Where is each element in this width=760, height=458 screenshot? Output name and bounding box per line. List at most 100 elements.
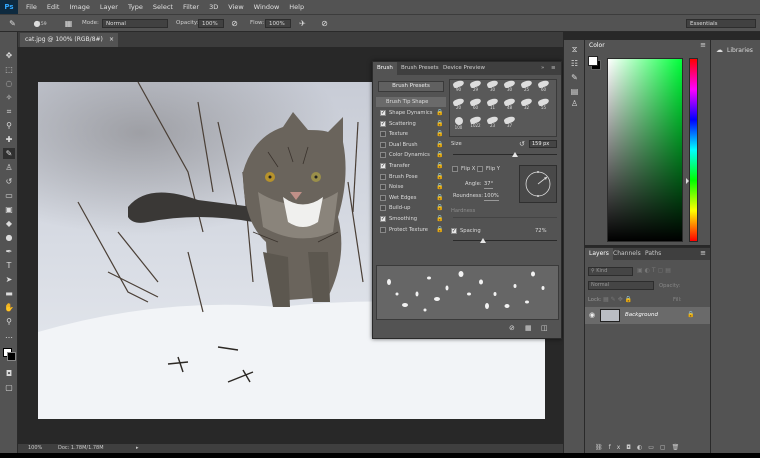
lock-icon[interactable]: 🔒 xyxy=(436,226,443,233)
tab-channels[interactable]: Channels xyxy=(609,248,645,260)
lock-icon[interactable]: 🔒 xyxy=(436,120,443,127)
size-slider[interactable] xyxy=(453,154,557,155)
path-select-tool-icon[interactable]: ➤ xyxy=(3,274,15,285)
lock-icon[interactable]: 🔒 xyxy=(436,173,443,180)
crop-tool-icon[interactable]: ⌗ xyxy=(3,106,15,117)
layers-footer-icons[interactable]: ⛓fx◘◐▭▢🗑 xyxy=(595,444,707,453)
angle-field[interactable]: 37° xyxy=(484,180,494,189)
color-panel-title[interactable]: Color xyxy=(585,40,609,52)
marquee-tool-icon[interactable]: ⬚ xyxy=(3,64,15,75)
spacing-value[interactable]: 72% xyxy=(535,227,547,235)
brush-tool-icon[interactable]: ✎ xyxy=(3,148,15,159)
brush-setting-wet-edges[interactable]: Wet Edges 🔒 xyxy=(376,193,446,203)
shape-tool-icon[interactable]: ▬ xyxy=(3,288,15,299)
gradient-tool-icon[interactable]: ▣ xyxy=(3,204,15,215)
hue-slider[interactable] xyxy=(689,58,698,242)
foreground-color-chip[interactable] xyxy=(588,56,598,66)
more-tools-icon[interactable]: … xyxy=(3,330,15,341)
roundness-field[interactable]: 100% xyxy=(484,192,499,201)
create-new-brush-icon[interactable]: ◫ xyxy=(541,324,548,332)
brush-tip-swatch[interactable]: 48 xyxy=(502,97,517,114)
brush-tip-swatch[interactable]: 55 xyxy=(536,97,551,114)
brush-setting-texture[interactable]: Texture 🔒 xyxy=(376,129,446,139)
lock-icon[interactable]: 🔒 xyxy=(436,152,443,158)
brush-tip-swatch[interactable]: 37 xyxy=(502,115,517,132)
brush-tip-swatch[interactable]: 32 xyxy=(519,97,534,114)
brush-tip-swatch[interactable]: 25 xyxy=(519,79,534,96)
brush-setting-brush-pose[interactable]: Brush Pose 🔒 xyxy=(376,172,446,182)
document-size-info[interactable]: Doc: 1.78M/1.78M xyxy=(58,444,104,453)
brush-setting-checkbox[interactable] xyxy=(380,194,386,201)
flip-y-checkbox[interactable] xyxy=(477,166,483,172)
pressure-size-icon[interactable]: ⊘ xyxy=(320,19,329,28)
lasso-tool-icon[interactable]: ◌ xyxy=(3,78,15,89)
zoom-level[interactable]: 100% xyxy=(28,444,42,453)
brush-setting-checkbox[interactable] xyxy=(380,173,386,180)
lock-icons[interactable]: ▦✎✥🔒 xyxy=(603,296,634,303)
tab-paths[interactable]: Paths xyxy=(641,248,665,260)
blur-tool-icon[interactable]: ◆ xyxy=(3,218,15,229)
brush-tip-swatch[interactable]: 29 xyxy=(468,79,483,96)
mode-select[interactable]: Normal xyxy=(102,19,168,28)
history-brush-tool-icon[interactable]: ↺ xyxy=(3,176,15,187)
status-arrow-icon[interactable]: ▸ xyxy=(136,444,139,453)
eraser-tool-icon[interactable]: ▭ xyxy=(3,190,15,201)
brush-setting-checkbox[interactable]: ✓ xyxy=(380,216,386,222)
brush-setting-build-up[interactable]: Build-up 🔒 xyxy=(376,203,446,213)
eyedropper-tool-icon[interactable]: ⚲ xyxy=(3,120,15,131)
brush-tip-swatch[interactable]: 60 xyxy=(468,97,483,114)
filter-kind-select[interactable]: ⚲ Kind xyxy=(588,267,633,276)
brush-setting-checkbox[interactable]: ✓ xyxy=(380,120,386,127)
tab-brush[interactable]: Brush xyxy=(373,62,397,75)
lock-icon[interactable]: 🔒 xyxy=(436,194,443,201)
brush-setting-checkbox[interactable] xyxy=(380,141,386,148)
menu-view[interactable]: View xyxy=(223,3,248,11)
lock-icon[interactable]: 🔒 xyxy=(436,184,443,190)
opacity-field[interactable]: 100% xyxy=(198,19,224,28)
brush-grid-icon[interactable]: ▦ xyxy=(525,324,532,332)
filter-icons[interactable]: ▣◐T▢▤ xyxy=(637,267,673,274)
menu-layer[interactable]: Layer xyxy=(95,3,123,11)
brush-setting-checkbox[interactable]: ✓ xyxy=(380,110,386,116)
brush-tip-shape-item[interactable]: Brush Tip Shape xyxy=(376,97,446,107)
blend-mode-select[interactable]: Normal xyxy=(588,281,654,290)
background-color-swatch[interactable] xyxy=(7,352,16,361)
properties-panel-icon[interactable]: ☷ xyxy=(568,58,581,69)
spacing-checkbox[interactable]: ✓ xyxy=(451,228,457,234)
clone-source-panel-icon[interactable]: ♙ xyxy=(568,98,581,109)
brush-setting-shape-dynamics[interactable]: ✓ Shape Dynamics 🔒 xyxy=(376,108,446,118)
spacing-slider[interactable] xyxy=(453,240,557,241)
brush-setting-color-dynamics[interactable]: Color Dynamics 🔒 xyxy=(376,150,446,160)
brush-tip-swatch[interactable]: 60 xyxy=(536,79,551,96)
libraries-tab[interactable]: ☁ Libraries xyxy=(711,44,759,57)
brush-setting-checkbox[interactable] xyxy=(380,131,386,138)
menu-select[interactable]: Select xyxy=(148,3,178,11)
lock-icon[interactable]: 🔒 xyxy=(436,205,443,211)
brush-setting-smoothing[interactable]: ✓ Smoothing 🔒 xyxy=(376,214,446,224)
dodge-tool-icon[interactable]: ● xyxy=(3,232,15,243)
hue-slider-marker[interactable] xyxy=(686,178,689,184)
brush-tip-swatch[interactable]: 30 xyxy=(502,79,517,96)
brush-tip-swatch[interactable]: 23 xyxy=(485,115,500,132)
brush-presets-panel-icon[interactable]: ▤ xyxy=(568,86,581,97)
brush-setting-dual-brush[interactable]: Dual Brush 🔒 xyxy=(376,140,446,150)
lock-icon[interactable]: 🔒 xyxy=(436,141,443,148)
menu-image[interactable]: Image xyxy=(64,3,94,11)
tab-device-preview[interactable]: Device Preview xyxy=(439,62,489,75)
close-tab-icon[interactable]: × xyxy=(109,33,114,47)
lock-icon[interactable]: 🔒 xyxy=(436,131,443,137)
reset-size-icon[interactable]: ↺ xyxy=(519,140,525,148)
document-tab[interactable]: cat.jpg @ 100% (RGB/8#) × xyxy=(20,33,118,47)
panel-menu-icon[interactable]: ≡ xyxy=(547,62,560,75)
screen-mode-icon[interactable]: ▢ xyxy=(3,382,15,393)
airbrush-icon[interactable]: ✈ xyxy=(298,19,307,28)
brush-presets-button[interactable]: Brush Presets xyxy=(378,81,444,92)
menu-help[interactable]: Help xyxy=(284,3,309,11)
brush-tip-swatch[interactable]: 1022 xyxy=(468,115,483,132)
menu-filter[interactable]: Filter xyxy=(178,3,204,11)
move-tool-icon[interactable]: ✥ xyxy=(3,50,15,61)
brush-tip-swatch[interactable]: 30 xyxy=(485,79,500,96)
size-field[interactable]: 159 px xyxy=(529,140,557,148)
brush-setting-checkbox[interactable] xyxy=(380,205,386,212)
menu-window[interactable]: Window xyxy=(249,3,285,11)
